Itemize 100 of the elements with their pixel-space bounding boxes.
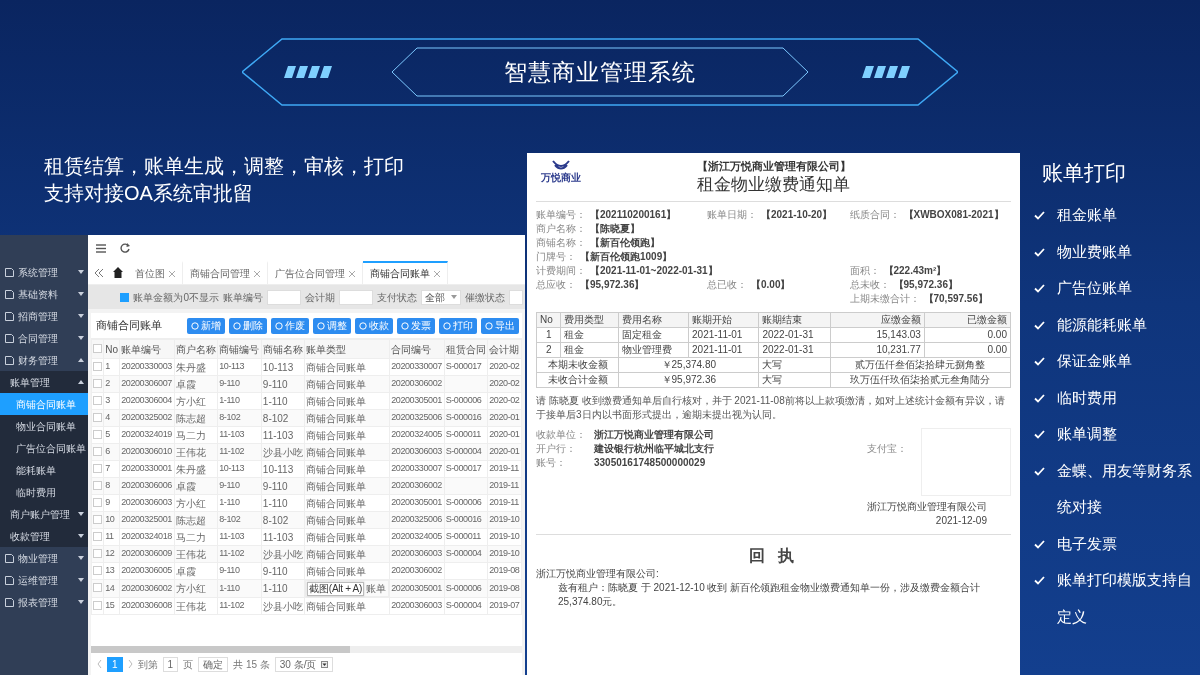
row-checkbox[interactable] (93, 429, 102, 439)
row-checkbox[interactable] (93, 548, 102, 558)
row-checkbox[interactable] (93, 583, 102, 592)
field-label: 支付状态 (377, 290, 417, 305)
sidebar-item[interactable]: 财务管理 (0, 349, 88, 371)
sidebar-item[interactable]: 报表管理 (0, 591, 88, 613)
table-cell: 商铺合同账单 (304, 528, 390, 546)
next-icon[interactable] (127, 660, 133, 668)
header-checkbox[interactable] (93, 343, 102, 353)
row-checkbox[interactable] (93, 395, 102, 405)
table-cell: 2022-01-31 (758, 327, 831, 343)
notice-message: 请 陈晓夏 收到缴费通知单后自行核对，并于 2021-11-08前将以上款项缴清，如对上述统计金额有异议，请于接单后3日内以书面形式提出，逾期未提出视为认同。 (536, 394, 1006, 422)
sidebar-item[interactable]: 基础资料 (0, 283, 88, 305)
row-checkbox[interactable] (93, 361, 102, 371)
row-checkbox[interactable] (93, 497, 102, 507)
row-checkbox[interactable] (93, 531, 102, 541)
document-icon (4, 288, 15, 300)
document-icon (4, 266, 15, 278)
check-icon (1034, 539, 1045, 549)
page-size-select[interactable]: 30 条/页 (274, 656, 333, 672)
check-icon (1034, 284, 1045, 293)
row-checkbox[interactable] (93, 378, 102, 388)
table-cell: 卓霞 (174, 562, 218, 580)
check-icon (1034, 430, 1045, 439)
row-checkbox[interactable] (93, 446, 102, 456)
table-cell: 15,143.03 (830, 327, 925, 343)
sidebar-label: 报表管理 (18, 595, 59, 610)
sidebar-label: 能耗账单 (16, 463, 57, 478)
check-icon (1034, 320, 1045, 330)
table-cell: 2021-11-01 (688, 327, 759, 343)
table-cell: 方小红 (174, 494, 218, 512)
table-cell: 贰万伍仟叁佰柒拾肆元捌角整 (830, 357, 1011, 373)
sidebar-item[interactable]: 招商管理 (0, 305, 88, 327)
column-header: 账单类型 (304, 339, 390, 359)
table-cell: 2020-01 (487, 426, 522, 444)
input-field[interactable] (509, 289, 523, 305)
close-icon[interactable] (254, 270, 260, 277)
sidebar-item[interactable]: 临时费用 (0, 481, 88, 503)
confirm-button[interactable]: 确定 (198, 656, 229, 672)
caret-down-icon (78, 578, 84, 582)
row-checkbox[interactable] (93, 514, 102, 524)
table-cell: 租金 (560, 342, 619, 358)
column-header: 账期结束 (758, 312, 831, 328)
row-checkbox[interactable] (93, 600, 102, 610)
logo-text: 万悦商业 (541, 171, 581, 185)
caret-down-icon (451, 295, 457, 299)
sidebar-item[interactable]: 能耗账单 (0, 459, 88, 481)
table-cell: 马二力 (174, 528, 218, 546)
sidebar-item[interactable]: 运维管理 (0, 569, 88, 591)
refresh-icon[interactable] (120, 243, 130, 253)
previous-icon[interactable] (97, 660, 102, 668)
sidebar-item[interactable]: 合同管理 (0, 327, 88, 349)
input-field[interactable] (267, 289, 301, 305)
sidebar-item[interactable]: 商户账户管理 (0, 503, 88, 525)
close-icon[interactable] (434, 270, 440, 277)
table-cell: 20200306003 (119, 494, 175, 512)
caret-down-icon (78, 292, 84, 296)
sidebar-item[interactable]: 广告位合同账单 (0, 437, 88, 459)
field-value: 【2021-11-01~2022-01-31】 (590, 264, 718, 278)
sidebar-item[interactable]: 系统管理 (0, 261, 88, 283)
row-checkbox[interactable] (93, 463, 102, 473)
field-label: 账单编号 (223, 290, 263, 305)
checkbox[interactable] (120, 292, 130, 302)
close-icon[interactable] (349, 270, 355, 277)
table-cell: 20200330001 (119, 460, 175, 478)
table-cell: 1-110 (261, 392, 305, 410)
sidebar-item[interactable]: 物业合同账单 (0, 415, 88, 437)
table-cell: 20200306002 (389, 562, 445, 580)
sidebar-label: 物业管理 (18, 551, 59, 566)
column-header: 费用类型 (560, 312, 619, 328)
table-cell: S-000006 (444, 494, 488, 512)
feature-item: 广告位账单 (1057, 278, 1132, 298)
sidebar-label: 广告位合同账单 (16, 441, 86, 456)
field-label: 面积： (849, 264, 880, 278)
page-input[interactable]: 1 (162, 656, 179, 672)
table-cell: 20200306003 (389, 597, 445, 615)
row-checkbox[interactable] (93, 412, 102, 422)
table-cell: 0.00 (924, 342, 1011, 358)
table-cell: 20200324019 (119, 426, 175, 444)
column-header: 账单编号 (119, 339, 175, 359)
table-cell: 商铺合同账单 (304, 562, 390, 580)
sidebar-item[interactable]: 账单管理 (0, 371, 88, 393)
table-cell: 20200324005 (389, 426, 445, 444)
card-title: 商铺合同账单 (96, 318, 162, 334)
caret-down-icon (78, 314, 84, 318)
tab[interactable]: 商铺合同账单 (363, 261, 448, 284)
table-cell: 10-113 (261, 460, 305, 478)
sidebar-item[interactable]: 收款管理 (0, 525, 88, 547)
field-value: 【222.43m²】 (883, 264, 947, 278)
document-title: 租金物业缴费通知单 (697, 174, 850, 196)
select-field[interactable]: 全部 (421, 289, 461, 305)
sidebar-item[interactable]: 物业管理 (0, 547, 88, 569)
row-checkbox[interactable] (93, 565, 102, 575)
close-icon[interactable] (169, 270, 175, 277)
menu-icon[interactable] (96, 243, 106, 253)
row-checkbox[interactable] (93, 480, 102, 490)
input-field[interactable] (339, 289, 373, 305)
scrollbar-thumb[interactable] (91, 646, 350, 653)
table-cell: 9 (103, 494, 120, 512)
circle-icon (317, 321, 325, 330)
